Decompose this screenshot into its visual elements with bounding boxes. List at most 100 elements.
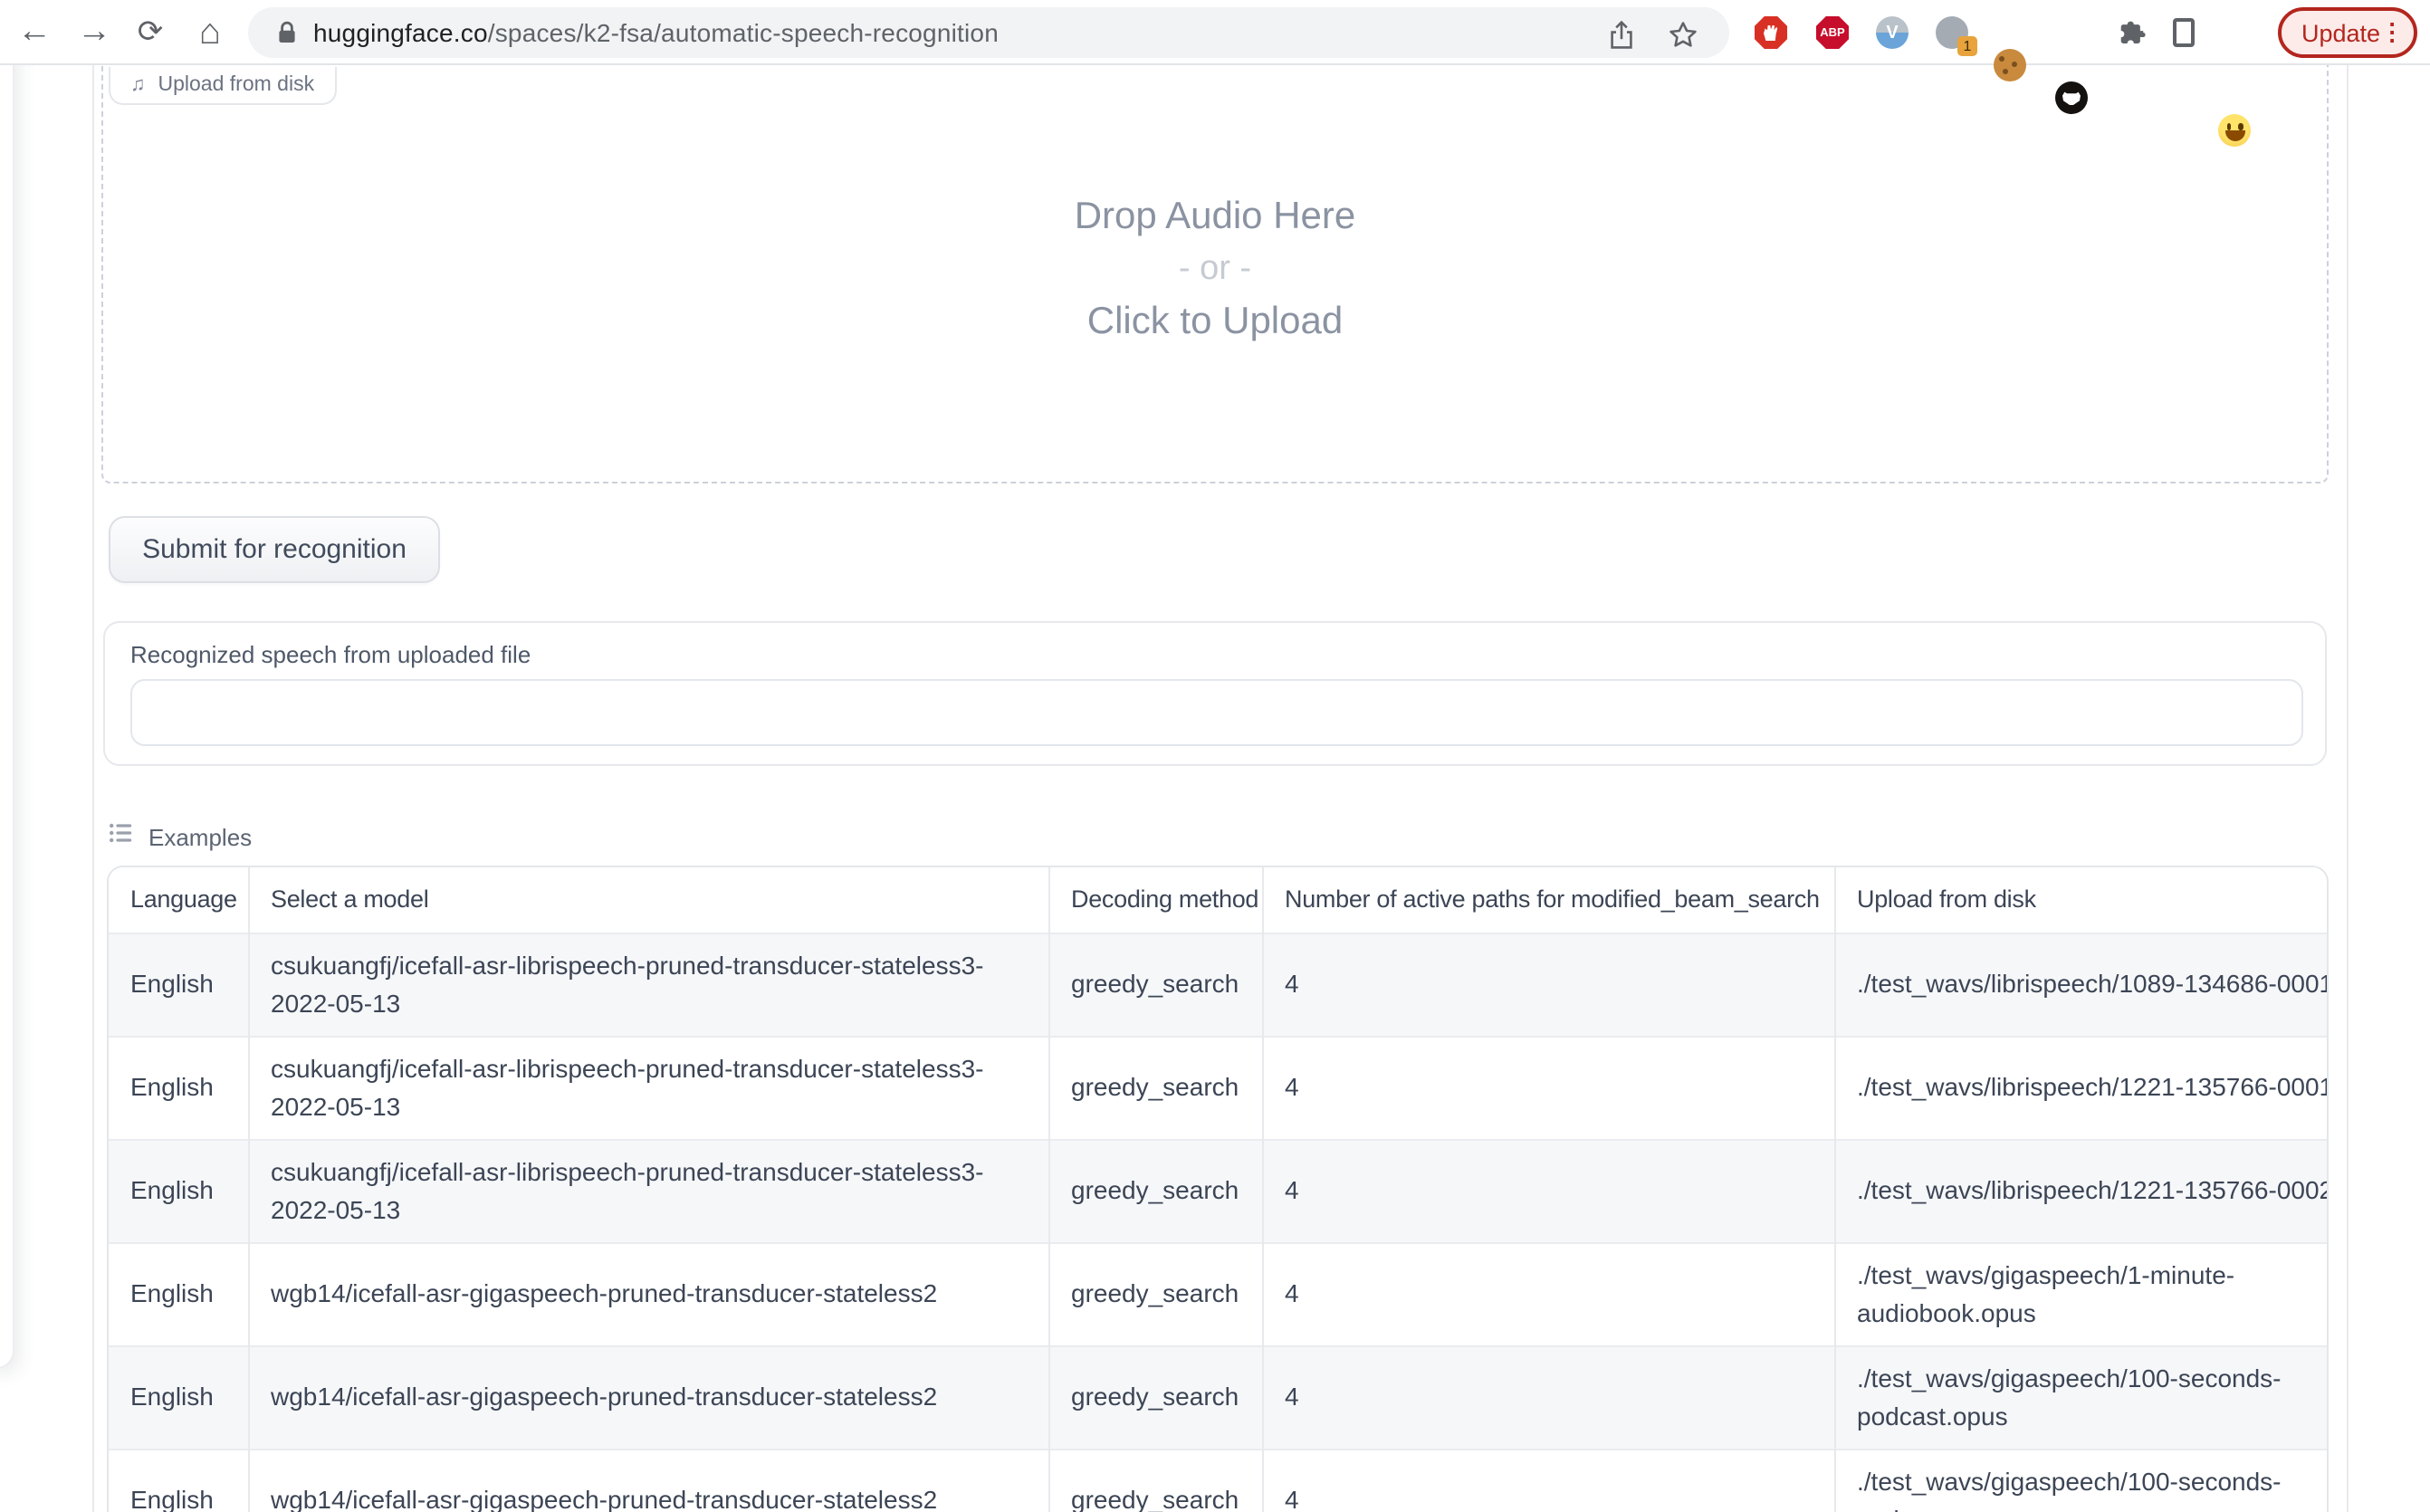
extension-badge: 1 [1957, 36, 1977, 56]
cell-model[interactable]: csukuangfj/icefall-asr-librispeech-prune… [248, 1036, 1048, 1139]
left-panel-edge [0, 65, 14, 1369]
submit-for-recognition-button[interactable]: Submit for recognition [109, 516, 440, 583]
example-row[interactable]: English wgb14/icefall-asr-gigaspeech-pru… [109, 1449, 2329, 1512]
cell-language[interactable]: English [109, 1242, 248, 1345]
example-row[interactable]: English csukuangfj/icefall-asr-librispee… [109, 1139, 2329, 1242]
cell-model[interactable]: wgb14/icefall-asr-gigaspeech-pruned-tran… [248, 1345, 1048, 1449]
cell-upload-path[interactable]: ./test_wavs/librispeech/1089-134686-0001… [1834, 933, 2329, 1036]
col-header-language: Language [109, 867, 248, 933]
session-extension-icon[interactable]: 1 [1936, 16, 1968, 49]
chrome-update-button[interactable]: Update ⋮ [2278, 7, 2417, 58]
vimium-extension-icon[interactable]: V [1876, 16, 1909, 49]
cell-model[interactable]: wgb14/icefall-asr-gigaspeech-pruned-tran… [248, 1242, 1048, 1345]
upload-tab-label: Upload from disk [158, 74, 315, 96]
update-label: Update [2301, 19, 2380, 46]
cookie-dot [2003, 69, 2008, 74]
app-container-border-left [92, 65, 94, 1512]
dataset-list-icon [109, 820, 132, 853]
cell-language[interactable]: English [109, 1449, 248, 1512]
cell-paths[interactable]: 4 [1262, 1242, 1834, 1345]
cell-language[interactable]: English [109, 1139, 248, 1242]
smiley-eye [2226, 123, 2231, 129]
forward-button[interactable]: → [71, 9, 118, 56]
table-header-row: Language Select a model Decoding method … [109, 867, 2329, 933]
submit-button-label: Submit for recognition [142, 534, 407, 565]
cell-upload-path[interactable]: ./test_wavs/gigaspeech/100-seconds-podca… [1834, 1449, 2329, 1512]
cell-model[interactable]: csukuangfj/icefall-asr-librispeech-prune… [248, 933, 1048, 1036]
example-row[interactable]: English csukuangfj/icefall-asr-librispee… [109, 933, 2329, 1036]
cell-language[interactable]: English [109, 1036, 248, 1139]
examples-table: Language Select a model Decoding method … [107, 866, 2329, 1512]
browser-toolbar: ← → ⟳ ⌂ huggingface.co/spaces/k2-fsa/aut… [0, 0, 2430, 65]
lock-icon[interactable] [275, 20, 299, 54]
url-path: /spaces/k2-fsa/automatic-speech-recognit… [488, 18, 999, 47]
cell-decoding[interactable]: greedy_search [1048, 1036, 1262, 1139]
example-row[interactable]: English csukuangfj/icefall-asr-librispee… [109, 1036, 2329, 1139]
audio-dropzone[interactable]: ♫ Upload from disk Drop Audio Here - or … [101, 65, 2329, 483]
cell-decoding[interactable]: greedy_search [1048, 933, 1262, 1036]
window-extension-icon[interactable] [2167, 16, 2200, 49]
music-note-icon: ♫ [130, 74, 146, 96]
col-header-model: Select a model [248, 867, 1048, 933]
cell-upload-path[interactable]: ./test_wavs/gigaspeech/1-minute-audioboo… [1834, 1242, 2329, 1345]
cell-model[interactable]: wgb14/icefall-asr-gigaspeech-pruned-tran… [248, 1449, 1048, 1512]
github-extension-icon[interactable] [2055, 81, 2088, 114]
forward-icon: → [77, 13, 111, 53]
reload-icon: ⟳ [138, 14, 164, 51]
examples-label: Examples [148, 823, 252, 850]
tab-upload-from-disk[interactable]: ♫ Upload from disk [109, 67, 336, 105]
smiley-mouth [2224, 130, 2244, 141]
url-text: huggingface.co/spaces/k2-fsa/automatic-s… [313, 7, 999, 58]
cell-decoding[interactable]: greedy_search [1048, 1242, 1262, 1345]
cell-paths[interactable]: 4 [1262, 933, 1834, 1036]
cookie-dot [2012, 62, 2017, 67]
col-header-decoding-method: Decoding method [1048, 867, 1262, 933]
rectangle-icon [2173, 18, 2195, 47]
cookie-extension-icon[interactable] [1994, 49, 2026, 81]
cell-language[interactable]: English [109, 933, 248, 1036]
smiley-extension-icon[interactable] [2218, 114, 2251, 147]
home-button[interactable]: ⌂ [187, 9, 234, 56]
app-container-border-right [2347, 65, 2349, 1512]
cell-paths[interactable]: 4 [1262, 1449, 1834, 1512]
cell-paths[interactable]: 4 [1262, 1139, 1834, 1242]
example-row[interactable]: English wgb14/icefall-asr-gigaspeech-pru… [109, 1345, 2329, 1449]
extensions-row: ABP V 1 [0, 0, 33, 65]
dropzone-text: Drop Audio Here - or - Click to Upload [103, 190, 2327, 349]
cell-upload-path[interactable]: ./test_wavs/librispeech/1221-135766-0001… [1834, 1036, 2329, 1139]
content-blocker-extension-icon[interactable] [1755, 16, 1787, 49]
cell-upload-path[interactable]: ./test_wavs/gigaspeech/100-seconds-podca… [1834, 1345, 2329, 1449]
octocat-icon [2062, 91, 2081, 105]
cell-upload-path[interactable]: ./test_wavs/librispeech/1221-135766-0002… [1834, 1139, 2329, 1242]
home-icon: ⌂ [199, 12, 221, 53]
kebab-menu-icon[interactable]: ⋮ [2380, 18, 2404, 47]
star-icon[interactable] [1662, 14, 1702, 54]
cell-decoding[interactable]: greedy_search [1048, 1139, 1262, 1242]
share-icon[interactable] [1601, 14, 1641, 54]
abp-text: ABP [1820, 26, 1844, 39]
page-content: ♫ Upload from disk Drop Audio Here - or … [0, 65, 2430, 1512]
hand-icon [1764, 24, 1778, 41]
extensions-puzzle-icon[interactable] [2115, 16, 2148, 49]
cell-model[interactable]: csukuangfj/icefall-asr-librispeech-prune… [248, 1139, 1048, 1242]
url-domain: huggingface.co [313, 18, 488, 47]
smiley-eye [2238, 123, 2243, 129]
recognized-speech-textbox[interactable] [130, 679, 2303, 746]
reload-button[interactable]: ⟳ [127, 9, 174, 56]
cell-decoding[interactable]: greedy_search [1048, 1449, 1262, 1512]
adblock-plus-extension-icon[interactable]: ABP [1816, 16, 1849, 49]
browser-window: ← → ⟳ ⌂ huggingface.co/spaces/k2-fsa/aut… [0, 0, 2430, 1512]
cell-decoding[interactable]: greedy_search [1048, 1345, 1262, 1449]
address-bar[interactable]: huggingface.co/spaces/k2-fsa/automatic-s… [248, 7, 1729, 58]
cell-language[interactable]: English [109, 1345, 248, 1449]
cell-paths[interactable]: 4 [1262, 1036, 1834, 1139]
cookie-dot [1999, 56, 2004, 62]
vimium-letter: V [1886, 23, 1898, 43]
output-label: Recognized speech from uploaded file [130, 641, 531, 668]
example-row[interactable]: English wgb14/icefall-asr-gigaspeech-pru… [109, 1242, 2329, 1345]
or-text: - or - [103, 244, 2327, 295]
recognized-speech-output-card: Recognized speech from uploaded file [103, 621, 2327, 766]
cell-paths[interactable]: 4 [1262, 1345, 1834, 1449]
col-header-upload-from-disk: Upload from disk [1834, 867, 2329, 933]
click-to-upload-text[interactable]: Click to Upload [103, 295, 2327, 349]
